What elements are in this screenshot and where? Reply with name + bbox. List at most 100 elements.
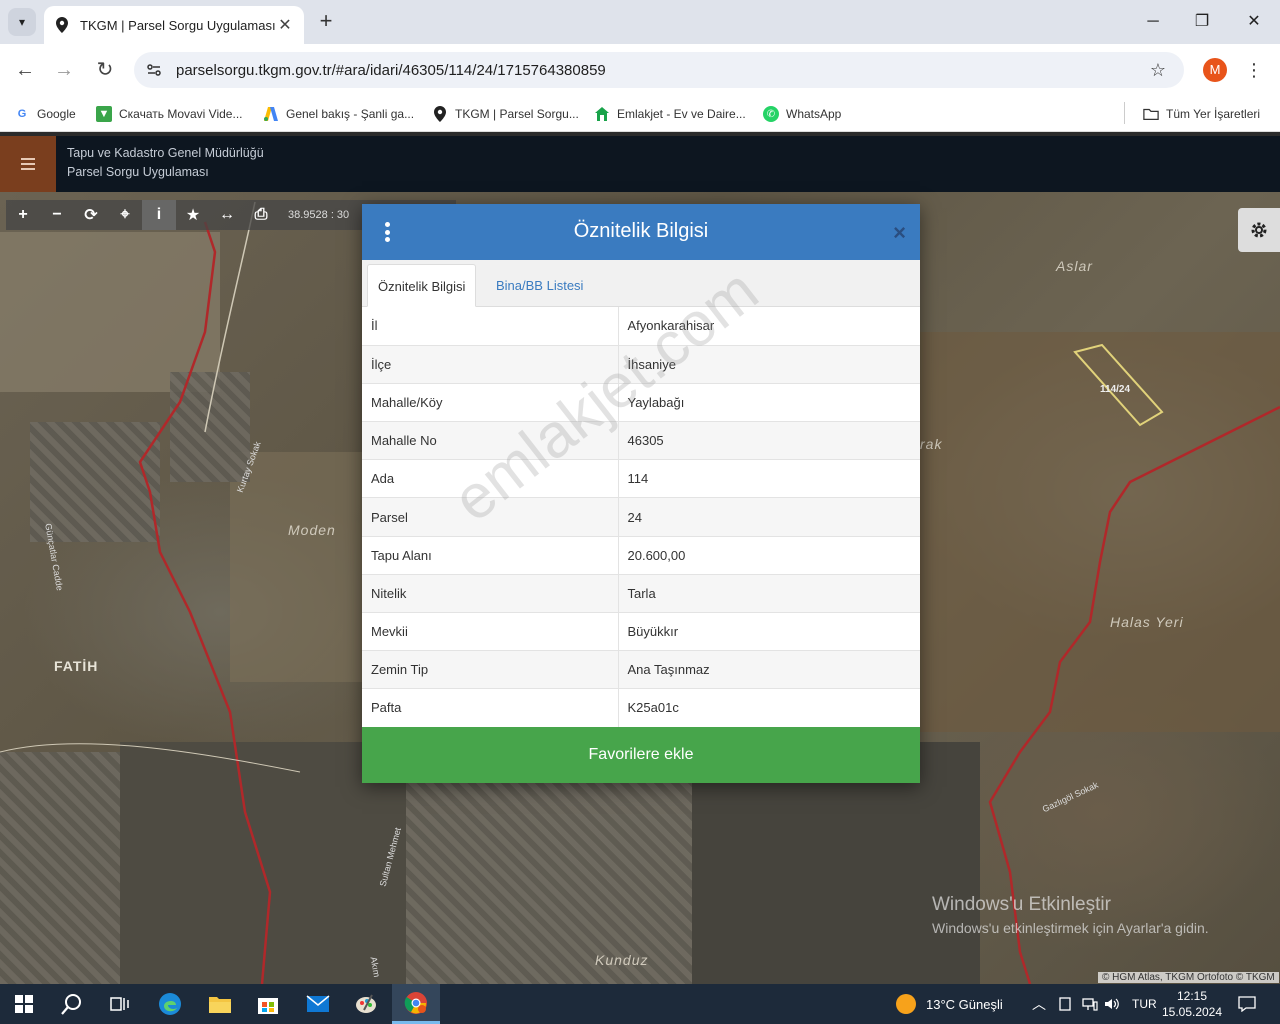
browser-toolbar: ← → ↻ parselsorgu.tkgm.gov.tr/#ara/idari… <box>0 44 1280 96</box>
bookmark-label: Скачать Movavi Vide... <box>119 107 243 121</box>
table-row: Tapu Alanı 20.600,00 <box>362 536 920 575</box>
paint-icon[interactable] <box>342 984 390 1024</box>
attribute-value: Afyonkarahisar <box>618 307 920 346</box>
google-ads-icon <box>263 106 279 122</box>
bookmark-movavi[interactable]: ▼ Скачать Movavi Vide... <box>96 104 242 124</box>
browser-tab-active[interactable]: TKGM | Parsel Sorgu Uygulaması ✕ <box>44 6 304 44</box>
minimize-button[interactable]: ─ <box>1141 10 1165 34</box>
favorite-star-icon[interactable]: ★ <box>176 200 210 230</box>
clock-date: 15.05.2024 <box>1161 1005 1223 1019</box>
whatsapp-icon: ✆ <box>763 106 779 122</box>
browser-menu-icon[interactable]: ⋮ <box>1244 56 1264 84</box>
attribute-value: 114 <box>618 459 920 499</box>
bookmark-whatsapp[interactable]: ✆ WhatsApp <box>763 104 841 124</box>
attribute-value: 46305 <box>618 421 920 461</box>
table-row: Parsel 24 <box>362 497 920 537</box>
tab-close-icon[interactable]: ✕ <box>276 15 294 35</box>
attribute-key: İl <box>362 307 619 346</box>
tab-title: TKGM | Parsel Sorgu Uygulaması <box>80 17 276 33</box>
zoom-in-icon[interactable]: + <box>6 200 40 230</box>
gear-icon[interactable] <box>1238 208 1280 252</box>
language-indicator[interactable]: TUR <box>1132 984 1157 1024</box>
chrome-icon[interactable] <box>392 984 440 1024</box>
notification-icon[interactable] <box>1238 984 1256 1024</box>
folder-icon <box>1143 106 1159 122</box>
attribute-key: Ada <box>362 459 619 499</box>
zoom-out-icon[interactable]: − <box>40 200 74 230</box>
back-button[interactable]: ← <box>11 56 39 84</box>
locate-icon[interactable]: ⌖ <box>108 200 142 230</box>
modal-tabs: Öznitelik Bilgisi Bina/BB Listesi <box>362 260 920 307</box>
attribute-key: Zemin Tip <box>362 650 619 690</box>
address-bar[interactable]: parselsorgu.tkgm.gov.tr/#ara/idari/46305… <box>134 52 1184 88</box>
print-icon[interactable]: ⎙ <box>244 200 278 230</box>
new-tab-button[interactable]: + <box>314 10 338 34</box>
store-icon[interactable] <box>244 984 292 1024</box>
bookmark-star-icon[interactable]: ☆ <box>1146 60 1170 81</box>
attribute-key: Mahalle No <box>362 421 619 461</box>
activation-subtitle: Windows'u etkinleştirmek için Ayarlar'a … <box>932 920 1209 936</box>
app-title: Tapu ve Kadastro Genel Müdürlüğü Parsel … <box>67 144 264 182</box>
bookmark-emlakjet[interactable]: Emlakjet - Ev ve Daire... <box>594 104 746 124</box>
weather-widget[interactable]: 13°C Güneşli <box>896 984 1003 1024</box>
url-text[interactable]: parselsorgu.tkgm.gov.tr/#ara/idari/46305… <box>176 62 1146 79</box>
parcel-label: 114/24 <box>1100 384 1131 395</box>
coordinate-readout: 38.9528 : 30 <box>288 209 350 221</box>
tab-attribute-info[interactable]: Öznitelik Bilgisi <box>367 264 477 307</box>
tab-search-button[interactable]: ▾ <box>8 8 36 36</box>
bookmark-label: Tüm Yer İşaretleri <box>1166 107 1261 121</box>
network-icon[interactable] <box>1082 984 1098 1024</box>
edge-icon[interactable] <box>146 984 194 1024</box>
attribute-value: K25a01c <box>618 688 920 728</box>
attribute-value: Büyükkır <box>618 612 920 652</box>
hamburger-menu-icon[interactable] <box>0 136 56 192</box>
close-window-button[interactable]: ✕ <box>1242 10 1266 34</box>
search-icon[interactable] <box>48 984 96 1024</box>
volume-icon[interactable] <box>1104 984 1120 1024</box>
bookmark-tkgm[interactable]: TKGM | Parsel Sorgu... <box>432 104 579 124</box>
add-to-favorites-button[interactable]: Favorilere ekle <box>362 727 920 783</box>
mail-icon[interactable] <box>294 984 342 1024</box>
browser-tabstrip: ▾ TKGM | Parsel Sorgu Uygulaması ✕ + ─ ❐… <box>0 0 1280 44</box>
site-info-icon[interactable] <box>144 60 164 80</box>
table-row: İlçe İhsaniye <box>362 345 920 384</box>
windows-start-icon[interactable] <box>0 984 48 1024</box>
attribute-key: İlçe <box>362 345 619 384</box>
tab-building-list[interactable]: Bina/BB Listesi <box>486 264 593 307</box>
reload-button[interactable]: ↻ <box>91 56 119 84</box>
forward-button[interactable]: → <box>50 56 78 84</box>
bookmarks-bar: G Google ▼ Скачать Movavi Vide... Genel … <box>0 96 1280 132</box>
file-explorer-icon[interactable] <box>196 984 244 1024</box>
measure-icon[interactable]: ↔ <box>210 200 244 230</box>
tray-chevron-icon[interactable]: ︿ <box>1032 984 1046 1024</box>
app-title-line2: Parsel Sorgu Uygulaması <box>67 165 209 179</box>
table-row: Mahalle No 46305 <box>362 421 920 461</box>
profile-avatar[interactable]: M <box>1203 58 1227 82</box>
modal-close-icon[interactable]: × <box>893 220 906 246</box>
table-row: Nitelik Tarla <box>362 574 920 614</box>
map-label-kunduz: Kunduz <box>595 952 649 968</box>
map-attribution[interactable]: © HGM Atlas, TKGM Ortofoto © TKGM <box>1098 972 1279 983</box>
table-row: Mahalle/Köy Yaylabağı <box>362 383 920 423</box>
attribute-key: Mevkii <box>362 612 619 652</box>
bookmark-label: Emlakjet - Ev ve Daire... <box>617 107 746 121</box>
table-row: Mevkii Büyükkır <box>362 612 920 652</box>
bookmark-google-ads[interactable]: Genel bakış - Şanli ga... <box>263 104 414 124</box>
modal-header: Öznitelik Bilgisi × <box>362 204 920 260</box>
attribute-key: Tapu Alanı <box>362 536 619 575</box>
table-row: Pafta K25a01c <box>362 688 920 728</box>
map-label-aslar: Aslar <box>1056 258 1093 274</box>
all-bookmarks[interactable]: Tüm Yer İşaretleri <box>1143 104 1260 124</box>
bookmark-google[interactable]: G Google <box>14 104 76 124</box>
app-title-line1: Tapu ve Kadastro Genel Müdürlüğü <box>67 146 264 160</box>
info-icon[interactable]: i <box>142 200 176 230</box>
task-view-icon[interactable] <box>96 984 144 1024</box>
refresh-icon[interactable]: ⟳ <box>74 200 108 230</box>
attribute-table: İl Afyonkarahisar İlçe İhsaniye Mahalle/Kö… <box>362 307 920 728</box>
bookmark-label: TKGM | Parsel Sorgu... <box>455 107 579 121</box>
bookmarks-separator <box>1124 102 1125 124</box>
restore-button[interactable]: ❐ <box>1190 10 1214 34</box>
table-row: Ada 114 <box>362 459 920 499</box>
network-device-icon[interactable] <box>1058 984 1072 1024</box>
system-clock[interactable]: 12:15 15.05.2024 <box>1160 988 1224 1020</box>
